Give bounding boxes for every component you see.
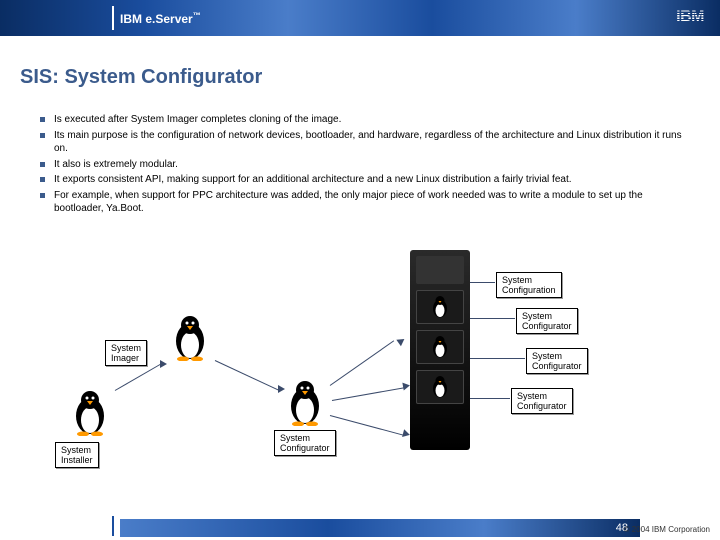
box-configurator-r3: SystemConfigurator xyxy=(511,388,573,414)
box-imager: SystemImager xyxy=(105,340,147,366)
header-brand: IBM e.Server™ xyxy=(120,11,201,26)
arrow-head-icon xyxy=(278,385,285,393)
server-slot xyxy=(416,290,464,324)
penguin-icon xyxy=(170,315,210,361)
box-configurator-r2: SystemConfigurator xyxy=(526,348,588,374)
arrow xyxy=(332,387,406,401)
copyright: © 2004 IBM Corporation xyxy=(624,525,710,534)
bullet-item: Its main purpose is the configuration of… xyxy=(40,129,690,156)
label-line xyxy=(470,398,510,399)
bullet-list: Is executed after System Imager complete… xyxy=(40,113,690,216)
penguin-icon xyxy=(285,380,325,426)
bullet-item: Is executed after System Imager complete… xyxy=(40,113,690,127)
bullet-item: For example, when support for PPC archit… xyxy=(40,189,690,216)
label-line xyxy=(470,318,515,319)
bullet-item: It also is extremely modular. xyxy=(40,158,690,172)
trademark: ™ xyxy=(193,11,201,20)
brand-suffix: Server xyxy=(155,12,192,26)
ibm-logo: IBM xyxy=(676,8,704,26)
label-line xyxy=(470,358,525,359)
arrow xyxy=(115,363,163,391)
server-slot xyxy=(416,330,464,364)
slide-footer: 48 © 2004 IBM Corporation xyxy=(0,516,720,540)
arrow-head-icon xyxy=(396,336,406,347)
box-configuration: SystemConfiguration xyxy=(496,272,562,298)
bullet-item: It exports consistent API, making suppor… xyxy=(40,173,690,187)
footer-bar: 48 xyxy=(120,519,640,537)
slide-title: SIS: System Configurator xyxy=(20,66,720,89)
box-configurator-r1: SystemConfigurator xyxy=(516,308,578,334)
arrow-head-icon xyxy=(160,360,167,368)
footer-divider xyxy=(112,516,114,536)
brand-prefix: IBM e. xyxy=(120,12,155,26)
arrow xyxy=(330,340,394,386)
box-installer: SystemInstaller xyxy=(55,442,99,468)
arrow xyxy=(215,360,279,390)
server-slot xyxy=(416,370,464,404)
penguin-icon xyxy=(70,390,110,436)
slide-header: IBM e.Server™ IBM xyxy=(0,0,720,36)
header-divider xyxy=(112,6,114,30)
arrow xyxy=(330,415,406,436)
architecture-diagram: SystemInstaller SystemImager SystemConfi… xyxy=(60,260,660,480)
label-line xyxy=(470,282,495,283)
box-configurator: SystemConfigurator xyxy=(274,430,336,456)
server-rack-icon xyxy=(410,250,470,450)
